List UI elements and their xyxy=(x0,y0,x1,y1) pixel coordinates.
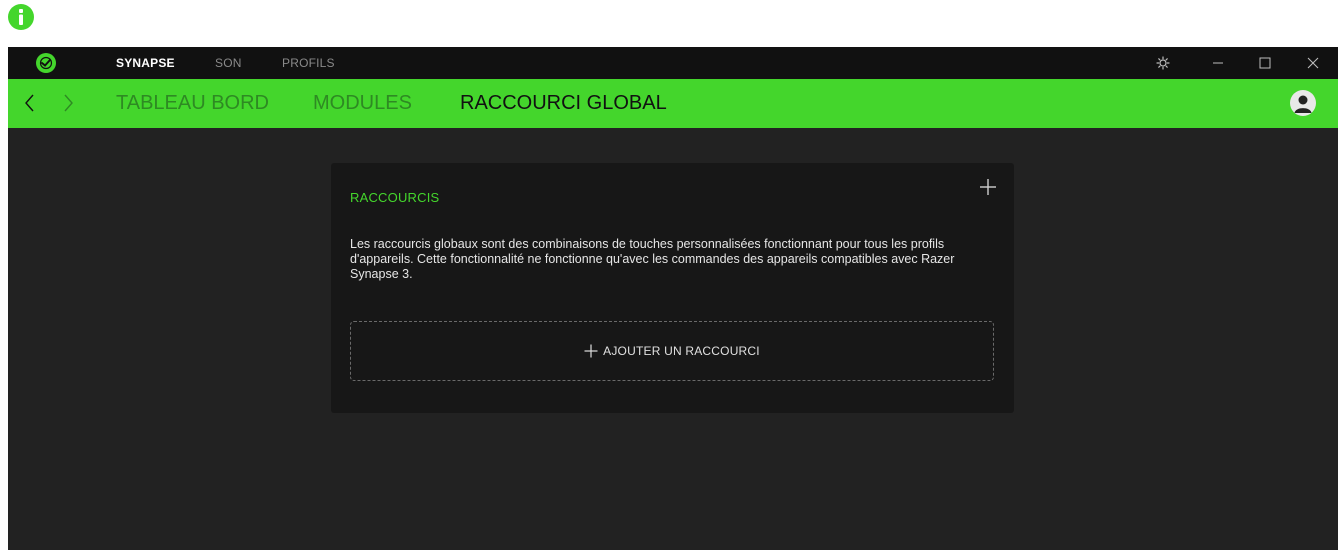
chevron-right-icon[interactable] xyxy=(58,93,78,113)
tab-raccourci-global[interactable]: RACCOURCI GLOBAL xyxy=(460,79,667,128)
info-icon xyxy=(8,4,34,30)
tab-tableau-bord[interactable]: TABLEAU BORD xyxy=(116,79,269,128)
tab-son[interactable]: SON xyxy=(215,47,242,79)
plus-icon[interactable] xyxy=(976,175,1000,199)
add-shortcut-button[interactable]: AJOUTER UN RACCOURCI xyxy=(350,321,994,381)
card-title: RACCOURCIS xyxy=(350,190,440,205)
tab-profils[interactable]: PROFILS xyxy=(282,47,335,79)
tab-synapse[interactable]: SYNAPSE xyxy=(116,47,175,79)
add-shortcut-label: AJOUTER UN RACCOURCI xyxy=(603,344,760,358)
card-description: Les raccourcis globaux sont des combinai… xyxy=(350,237,955,281)
maximize-icon[interactable] xyxy=(1248,47,1282,79)
plus-icon xyxy=(584,344,598,358)
chevron-left-icon[interactable] xyxy=(20,93,40,113)
razer-logo-icon xyxy=(36,53,56,73)
title-bar: SYNAPSE SON PROFILS xyxy=(8,47,1338,79)
shortcuts-card: RACCOURCIS Les raccourcis globaux sont d… xyxy=(331,163,1014,413)
gear-icon[interactable] xyxy=(1146,47,1180,79)
user-avatar-icon[interactable] xyxy=(1290,90,1316,116)
close-icon[interactable] xyxy=(1296,47,1330,79)
synapse-window: SYNAPSE SON PROFILS TABLEAU BORD MODULES… xyxy=(8,47,1338,550)
sub-navigation-bar: TABLEAU BORD MODULES RACCOURCI GLOBAL xyxy=(8,79,1338,128)
tab-modules[interactable]: MODULES xyxy=(313,79,412,128)
minimize-icon[interactable] xyxy=(1201,47,1235,79)
